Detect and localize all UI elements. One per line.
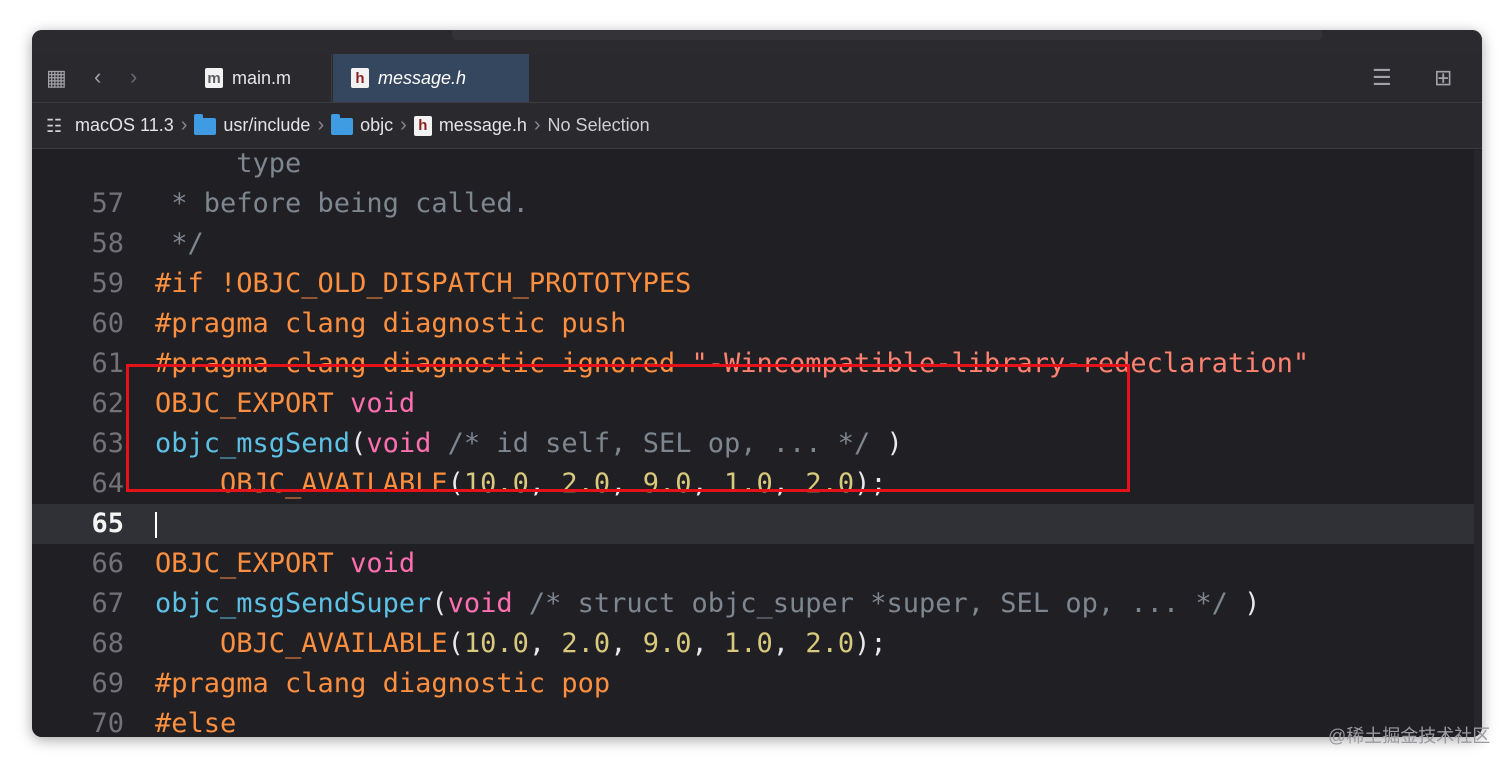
- code-token: ,: [691, 628, 725, 659]
- breadcrumb-folder-usr-include[interactable]: usr/include: [223, 115, 310, 136]
- sdk-icon: ☷: [46, 115, 63, 136]
- breadcrumb-sdk[interactable]: macOS 11.3: [75, 115, 174, 136]
- line-number: 58: [91, 228, 124, 259]
- code-token: (: [447, 628, 464, 659]
- line-number: 69: [91, 668, 124, 699]
- grid-icon[interactable]: ▦: [46, 67, 67, 89]
- code-line[interactable]: type: [32, 150, 1474, 184]
- chevron-right-icon: ›: [317, 114, 325, 136]
- code-token: #pragma clang diagnostic pop: [155, 668, 611, 699]
- code-token: */: [155, 228, 204, 259]
- code-text: OBJC_AVAILABLE(10.0, 2.0, 9.0, 1.0, 2.0)…: [155, 624, 887, 664]
- line-number: 67: [91, 588, 124, 619]
- code-line[interactable]: 68 OBJC_AVAILABLE(10.0, 2.0, 9.0, 1.0, 2…: [32, 624, 1474, 664]
- code-token: OBJC_AVAILABLE: [220, 628, 448, 659]
- breadcrumb: ☷ macOS 11.3 › usr/include › objc › h me…: [32, 103, 1482, 149]
- line-number: 64: [91, 468, 124, 499]
- breadcrumb-file[interactable]: message.h: [439, 115, 527, 136]
- code-token: );: [854, 628, 887, 659]
- editor-options-icon[interactable]: ☰: [1372, 67, 1392, 89]
- line-number: 66: [91, 548, 124, 579]
- code-line[interactable]: 67 objc_msgSendSuper(void /* struct objc_…: [32, 584, 1474, 624]
- code-token: 2.0: [805, 628, 855, 659]
- code-text: */: [155, 224, 204, 264]
- header-file-icon: h: [413, 115, 432, 136]
- code-token: ,: [528, 628, 562, 659]
- code-token: 1.0: [724, 628, 773, 659]
- code-token: void: [447, 588, 513, 619]
- line-number: 63: [91, 428, 124, 459]
- code-token: (: [431, 588, 448, 619]
- code-token: ,: [610, 628, 643, 659]
- objc-file-icon: m: [205, 68, 223, 88]
- code-token: #if !OBJC_OLD_DISPATCH_PROTOTYPES: [155, 268, 692, 299]
- code-token: 2.0: [561, 628, 611, 659]
- chevron-right-icon: ›: [180, 114, 188, 136]
- breadcrumb-selection[interactable]: No Selection: [548, 115, 650, 136]
- tab-message-h[interactable]: h message.h: [333, 54, 529, 102]
- code-line[interactable]: 66 OBJC_EXPORT void: [32, 544, 1474, 584]
- title-strip: [32, 30, 1482, 55]
- watermark: @稀土掘金技术社区: [1328, 726, 1491, 746]
- annotation-highlight-box: [126, 364, 1130, 492]
- code-token: objc_msgSendSuper: [155, 588, 432, 619]
- line-number: 57: [91, 188, 124, 219]
- line-number: 65: [91, 508, 124, 539]
- code-line[interactable]: 58 */: [32, 224, 1474, 264]
- line-number: 68: [91, 628, 124, 659]
- code-text: type: [155, 150, 301, 184]
- tab-label: main.m: [232, 67, 292, 88]
- code-token: #else: [155, 708, 237, 737]
- code-line[interactable]: 57 * before being called.: [32, 184, 1474, 224]
- current-line[interactable]: 65: [32, 504, 1474, 544]
- code-token: void: [350, 548, 416, 579]
- title-label-area: [452, 30, 1322, 40]
- code-line[interactable]: 59 #if !OBJC_OLD_DISPATCH_PROTOTYPES: [32, 264, 1474, 304]
- code-line[interactable]: 70 #else: [32, 704, 1474, 737]
- code-token: ,: [772, 628, 806, 659]
- code-token: 10.0: [463, 628, 529, 659]
- line-number: 61: [91, 348, 124, 379]
- back-arrow-icon[interactable]: ‹: [94, 66, 101, 88]
- code-text: #if !OBJC_OLD_DISPATCH_PROTOTYPES: [155, 264, 691, 304]
- line-number: 62: [91, 388, 124, 419]
- code-token: 9.0: [642, 628, 692, 659]
- code-text: #pragma clang diagnostic pop: [155, 664, 610, 704]
- code-token: * before being called.: [155, 188, 529, 219]
- vertical-scrollbar[interactable]: [1474, 150, 1482, 737]
- chevron-right-icon: ›: [400, 114, 407, 136]
- line-number: 59: [91, 268, 124, 299]
- code-token: type: [155, 150, 302, 179]
- tab-label: message.h: [378, 67, 467, 88]
- code-token: /* struct objc_super *super, SEL op, ...…: [512, 588, 1228, 619]
- code-token: ): [1227, 588, 1261, 619]
- code-token: OBJC_EXPORT: [155, 548, 351, 579]
- breadcrumb-folder-objc[interactable]: objc: [360, 115, 393, 136]
- folder-icon: [331, 114, 354, 135]
- tab-bar: ▦ ‹ › m main.m h message.h ☰ ⊞: [32, 54, 1482, 103]
- code-token: #pragma clang diagnostic push: [155, 308, 627, 339]
- forward-arrow-icon[interactable]: ›: [130, 66, 137, 88]
- code-text: * before being called.: [155, 184, 529, 224]
- header-file-icon: h: [351, 68, 369, 88]
- line-number: 70: [91, 708, 124, 737]
- code-text: #pragma clang diagnostic push: [155, 304, 626, 344]
- code-text: objc_msgSendSuper(void /* struct objc_su…: [155, 584, 1260, 624]
- folder-icon: [194, 114, 217, 135]
- chevron-right-icon: ›: [533, 114, 541, 136]
- add-editor-icon[interactable]: ⊞: [1434, 67, 1452, 89]
- tab-main-m[interactable]: m main.m: [187, 54, 332, 102]
- line-number: 60: [91, 308, 124, 339]
- code-text: OBJC_EXPORT void: [155, 544, 415, 584]
- text-cursor: [155, 512, 157, 538]
- code-line[interactable]: 69 #pragma clang diagnostic pop: [32, 664, 1474, 704]
- code-text: #else: [155, 704, 236, 737]
- code-line[interactable]: 60 #pragma clang diagnostic push: [32, 304, 1474, 344]
